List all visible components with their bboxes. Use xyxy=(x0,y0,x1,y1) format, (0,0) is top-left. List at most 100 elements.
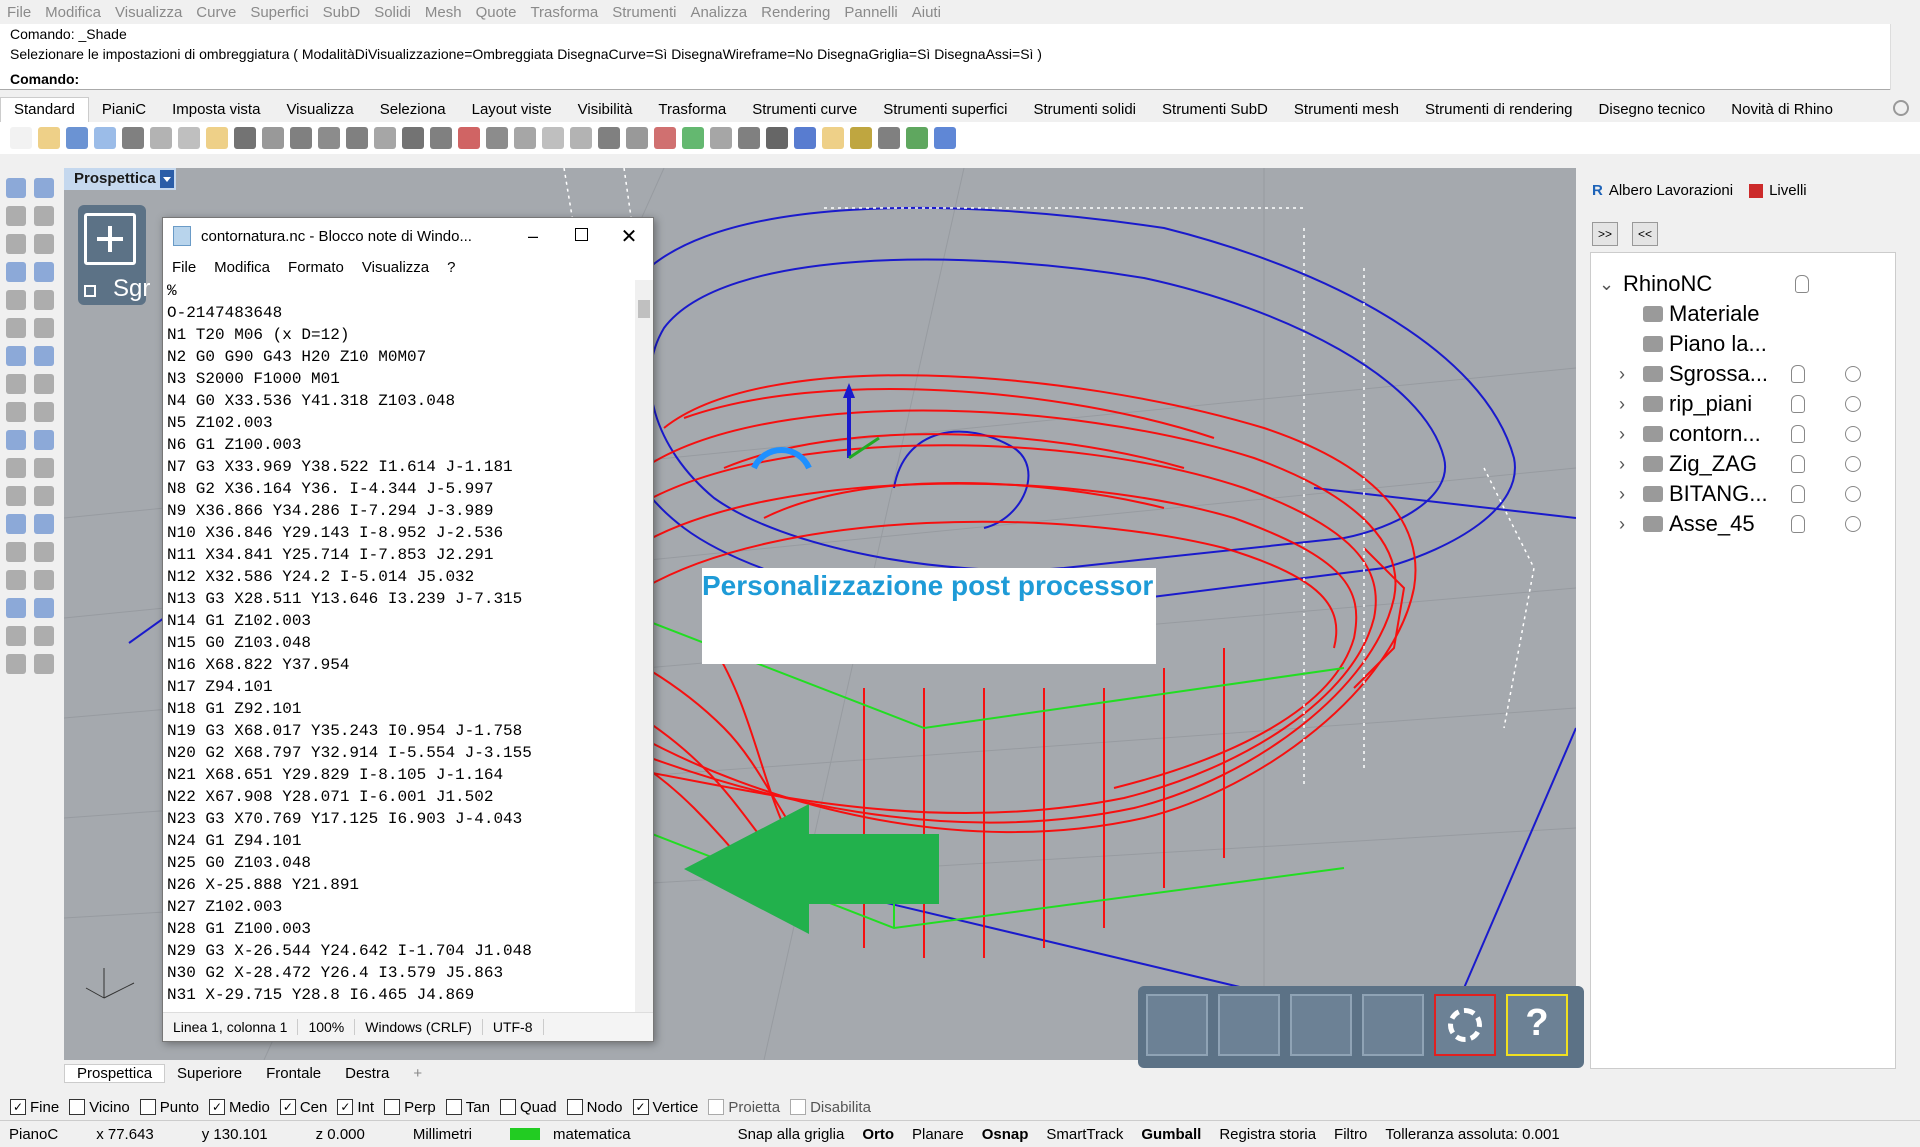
left-tool-icon[interactable] xyxy=(6,290,26,310)
toolbar-icon[interactable] xyxy=(346,127,368,149)
left-tool-icon[interactable] xyxy=(6,570,26,590)
toolbar-tab[interactable]: Standard xyxy=(0,97,89,122)
tree-item[interactable]: Materiale xyxy=(1591,299,1891,329)
toolbar-tab[interactable]: Strumenti SubD xyxy=(1149,98,1281,122)
notepad-menu-item[interactable]: Visualizza xyxy=(353,259,438,276)
tree-item[interactable]: › Sgrossa... xyxy=(1591,359,1891,389)
checkbox[interactable] xyxy=(69,1099,86,1115)
left-tool-icon[interactable] xyxy=(6,542,26,562)
checkbox[interactable] xyxy=(499,1099,516,1115)
left-tool-icon[interactable] xyxy=(34,346,54,366)
menu-item[interactable]: Modifica xyxy=(38,4,108,21)
menu-item[interactable]: Curve xyxy=(189,4,243,21)
toolbar-icon[interactable] xyxy=(598,127,620,149)
checkbox[interactable] xyxy=(445,1099,462,1115)
notepad-window[interactable]: contornatura.nc - Blocco note di Windo..… xyxy=(162,217,654,1042)
status-toggle[interactable]: Registra storia xyxy=(1210,1126,1325,1143)
osnap-toggle[interactable]: Perp xyxy=(384,1099,436,1116)
toolbar-icon[interactable] xyxy=(430,127,452,149)
help-icon[interactable]: ? xyxy=(1506,994,1568,1056)
menu-item[interactable]: Mesh xyxy=(418,4,469,21)
notepad-menu-item[interactable]: File xyxy=(163,259,205,276)
lightbulb-icon[interactable] xyxy=(1791,395,1805,413)
lightbulb-icon[interactable] xyxy=(1791,425,1805,443)
chevron-icon[interactable]: › xyxy=(1619,424,1635,445)
notepad-titlebar[interactable]: contornatura.nc - Blocco note di Windo..… xyxy=(163,218,653,254)
toolbar-icon[interactable] xyxy=(206,127,228,149)
menu-item[interactable]: Strumenti xyxy=(605,4,683,21)
left-tool-icon[interactable] xyxy=(34,430,54,450)
left-tool-icon[interactable] xyxy=(6,178,26,198)
toolbar-icon[interactable] xyxy=(682,127,704,149)
left-tool-icon[interactable] xyxy=(34,234,54,254)
tree-item[interactable]: ⌄ RhinoNC xyxy=(1591,269,1891,299)
toolbar-tab[interactable]: Strumenti solidi xyxy=(1020,98,1149,122)
osnap-toggle[interactable]: Nodo xyxy=(566,1099,623,1116)
toolbar-icon[interactable] xyxy=(766,127,788,149)
status-units[interactable]: Millimetri xyxy=(404,1126,481,1143)
menu-item[interactable]: Superfici xyxy=(243,4,315,21)
toolbar-tab[interactable]: Visibilità xyxy=(565,98,646,122)
toolbar-icon[interactable] xyxy=(906,127,928,149)
command-prompt[interactable]: Comando: xyxy=(0,68,1890,90)
lightbulb-icon[interactable] xyxy=(1791,485,1805,503)
left-tool-icon[interactable] xyxy=(34,598,54,618)
status-toggle[interactable]: Osnap xyxy=(973,1126,1038,1143)
chevron-icon[interactable]: › xyxy=(1619,514,1635,535)
viewport-tab[interactable]: Destra xyxy=(333,1065,401,1082)
tree-item[interactable]: › Asse_45 xyxy=(1591,509,1891,539)
toolbar-icon[interactable] xyxy=(822,127,844,149)
expand-button[interactable]: >> xyxy=(1592,222,1618,246)
tool-icon[interactable] xyxy=(1146,994,1208,1056)
status-toggle[interactable]: Orto xyxy=(853,1126,903,1143)
status-toggle[interactable]: Planare xyxy=(903,1126,973,1143)
toolbar-tab[interactable]: Seleziona xyxy=(367,98,459,122)
toolbar-tab[interactable]: Imposta vista xyxy=(159,98,273,122)
visibility-circle-icon[interactable] xyxy=(1845,366,1861,382)
toolbar-icon[interactable] xyxy=(150,127,172,149)
status-plane[interactable]: PianoC xyxy=(0,1126,67,1143)
toolbar-icon[interactable] xyxy=(458,127,480,149)
status-toggle[interactable]: Snap alla griglia xyxy=(729,1126,854,1143)
notepad-text-area[interactable]: % O-2147483648 N1 T20 M06 (x D=12) N2 G0 G9… xyxy=(167,280,629,1010)
osnap-toggle[interactable]: ✓ Cen xyxy=(279,1099,327,1116)
menu-item[interactable]: Rendering xyxy=(754,4,837,21)
tree-item[interactable]: › rip_piani xyxy=(1591,389,1891,419)
chevron-icon[interactable]: ⌄ xyxy=(1599,274,1615,295)
notepad-menu-item[interactable]: Formato xyxy=(279,259,353,276)
viewport-tab[interactable]: Prospettica xyxy=(64,1063,166,1083)
chevron-icon[interactable]: › xyxy=(1619,484,1635,505)
toolbar-tab[interactable]: PianiC xyxy=(89,98,159,122)
menu-item[interactable]: File xyxy=(0,4,38,21)
toolbar-icon[interactable] xyxy=(794,127,816,149)
toolbar-icon[interactable] xyxy=(542,127,564,149)
tree-item[interactable]: › Zig_ZAG xyxy=(1591,449,1891,479)
left-tool-icon[interactable] xyxy=(34,542,54,562)
menu-item[interactable]: Quote xyxy=(469,4,524,21)
toolbar-tab[interactable]: Strumenti curve xyxy=(739,98,870,122)
checkbox[interactable]: ✓ xyxy=(632,1099,649,1115)
toolbar-icon[interactable] xyxy=(738,127,760,149)
collapse-button[interactable]: << xyxy=(1632,222,1658,246)
toolbar-tab[interactable]: Disegno tecnico xyxy=(1586,98,1719,122)
command-history-scrollbar[interactable] xyxy=(1890,24,1920,68)
left-tool-icon[interactable] xyxy=(34,262,54,282)
osnap-toggle[interactable]: Quad xyxy=(499,1099,557,1116)
left-tool-icon[interactable] xyxy=(6,514,26,534)
visibility-circle-icon[interactable] xyxy=(1845,456,1861,472)
checkbox[interactable]: ✓ xyxy=(279,1099,296,1115)
tab-livelli[interactable]: Livelli xyxy=(1769,182,1807,199)
status-toggle[interactable]: SmartTrack xyxy=(1037,1126,1132,1143)
menu-item[interactable]: Visualizza xyxy=(108,4,189,21)
close-icon[interactable]: ✕ xyxy=(605,224,653,249)
toolbar-icon[interactable] xyxy=(234,127,256,149)
left-tool-icon[interactable] xyxy=(6,598,26,618)
toolbar-tab[interactable]: Novità di Rhino xyxy=(1718,98,1846,122)
add-operation-icon[interactable] xyxy=(84,213,136,265)
chevron-icon[interactable]: › xyxy=(1619,454,1635,475)
osnap-toggle[interactable]: ✓ Int xyxy=(337,1099,374,1116)
gear-icon[interactable] xyxy=(1893,100,1909,116)
osnap-toggle[interactable]: Punto xyxy=(139,1099,199,1116)
visibility-circle-icon[interactable] xyxy=(1845,516,1861,532)
tab-albero-lavorazioni[interactable]: Albero Lavorazioni xyxy=(1609,182,1733,199)
